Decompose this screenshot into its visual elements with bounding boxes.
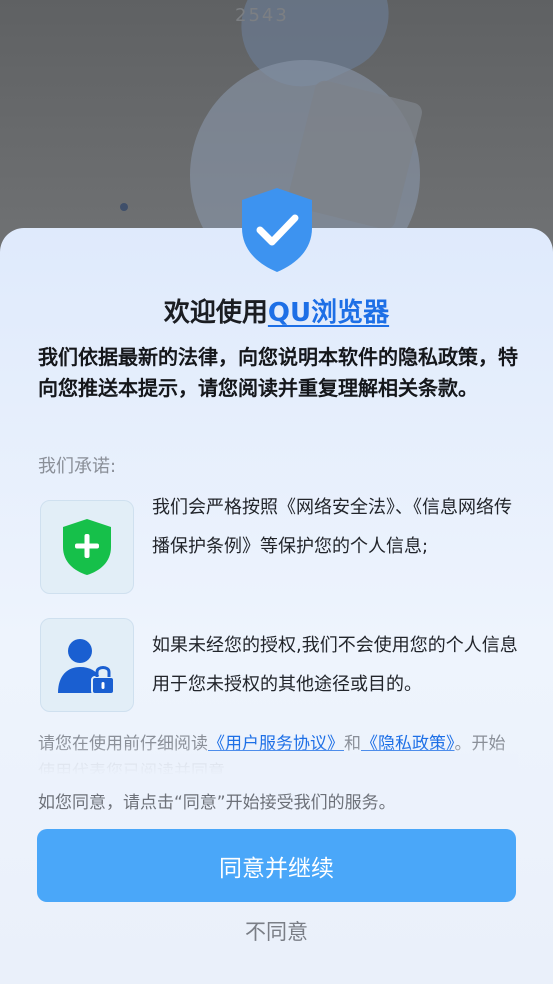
consent-hint: 如您同意，请点击“同意”开始接受我们的服务。	[38, 793, 396, 813]
background-dot	[120, 203, 128, 211]
agree-button[interactable]: 同意并继续	[37, 829, 516, 902]
background-watermark: 2543	[235, 5, 289, 26]
user-lock-icon	[58, 639, 115, 695]
green-shield-plus-icon	[63, 519, 111, 575]
promise-label: 我们承诺:	[38, 456, 117, 477]
app-name-link[interactable]: QU浏览器	[268, 298, 389, 328]
promise-text: 我们会严格按照《网络安全法》、《信息网络传播保护条例》等保护您的个人信息;	[152, 497, 512, 557]
notice-fade	[38, 746, 518, 774]
shield-check-icon	[242, 188, 312, 272]
promise-icon-box	[40, 500, 134, 594]
title-prefix: 欢迎使用	[163, 298, 268, 328]
dialog-title: 欢迎使用QU浏览器	[0, 292, 553, 329]
intro-text: 我们依据最新的法律，向您说明本软件的隐私政策，特向您推送本提示，请您阅读并重复理…	[38, 345, 518, 400]
promise-text: 如果未经您的授权,我们不会使用您的个人信息用于您未授权的其他途径或目的。	[152, 635, 518, 695]
disagree-button[interactable]: 不同意	[0, 916, 553, 946]
promise-icon-box	[40, 618, 134, 712]
agreement-notice: 请您在使用前仔细阅读《用户服务协议》和《隐私政策》。开始使用代表您已阅读并同意	[38, 730, 518, 774]
